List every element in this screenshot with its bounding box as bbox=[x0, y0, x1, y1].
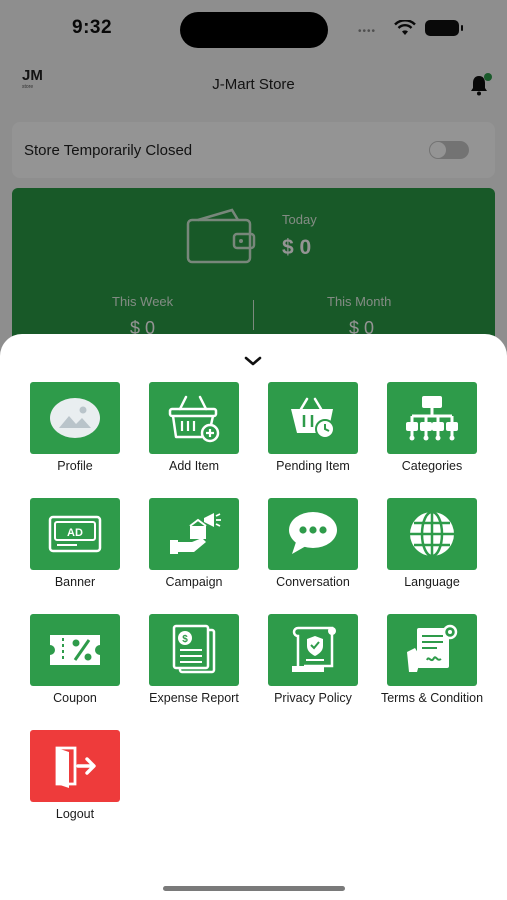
menu-item-language[interactable]: Language bbox=[373, 498, 491, 589]
profile-image-icon bbox=[50, 398, 100, 438]
terms-icon bbox=[407, 624, 458, 672]
menu-item-label: Logout bbox=[55, 807, 95, 821]
menu-item-label: Conversation bbox=[276, 575, 350, 589]
menu-item-categories[interactable]: Categories bbox=[373, 382, 491, 473]
menu-item-label: Expense Report bbox=[149, 691, 239, 705]
menu-item-coupon[interactable]: Coupon bbox=[16, 614, 134, 705]
menu-item-label: Pending Item bbox=[276, 459, 350, 473]
menu-item-label: Categories bbox=[401, 459, 463, 473]
chevron-down-icon[interactable] bbox=[241, 354, 265, 368]
menu-item-label: Add Item bbox=[168, 459, 220, 473]
home-indicator[interactable] bbox=[163, 886, 345, 891]
menu-item-expense-report[interactable]: $ Expense Report bbox=[135, 614, 253, 705]
chat-bubble-icon bbox=[289, 512, 337, 554]
menu-item-add-item[interactable]: Add Item bbox=[135, 382, 253, 473]
menu-item-label: Banner bbox=[54, 575, 96, 589]
ad-banner-icon: AD bbox=[48, 515, 102, 553]
basket-add-icon bbox=[168, 395, 220, 443]
menu-item-campaign[interactable]: Campaign bbox=[135, 498, 253, 589]
svg-text:$: $ bbox=[182, 634, 188, 645]
menu-item-pending-item[interactable]: Pending Item bbox=[254, 382, 372, 473]
privacy-policy-icon bbox=[292, 626, 336, 672]
menu-item-terms-condition[interactable]: Terms & Condition bbox=[373, 614, 491, 705]
menu-item-logout[interactable]: Logout bbox=[16, 730, 134, 821]
menu-item-profile[interactable]: Profile bbox=[16, 382, 134, 473]
coupon-icon bbox=[50, 635, 100, 665]
expense-report-icon: $ bbox=[172, 624, 216, 674]
menu-item-label: Coupon bbox=[53, 691, 97, 705]
hierarchy-icon bbox=[406, 396, 458, 441]
menu-item-label: Campaign bbox=[165, 575, 223, 589]
menu-item-privacy-policy[interactable]: Privacy Policy bbox=[254, 614, 372, 705]
menu-item-banner[interactable]: AD Banner bbox=[16, 498, 134, 589]
menu-item-label: Language bbox=[404, 575, 460, 589]
menu-item-conversation[interactable]: Conversation bbox=[254, 498, 372, 589]
logout-icon bbox=[55, 746, 96, 788]
basket-clock-icon bbox=[291, 397, 335, 439]
menu-item-label: Privacy Policy bbox=[274, 691, 352, 705]
globe-icon bbox=[410, 510, 454, 558]
menu-item-label: Terms & Condition bbox=[380, 691, 484, 705]
menu-item-label: Profile bbox=[57, 459, 93, 473]
svg-text:AD: AD bbox=[67, 527, 83, 539]
menu-bottom-sheet: Profile Add Item Pending Item Categories… bbox=[0, 334, 507, 900]
campaign-icon bbox=[170, 513, 221, 554]
